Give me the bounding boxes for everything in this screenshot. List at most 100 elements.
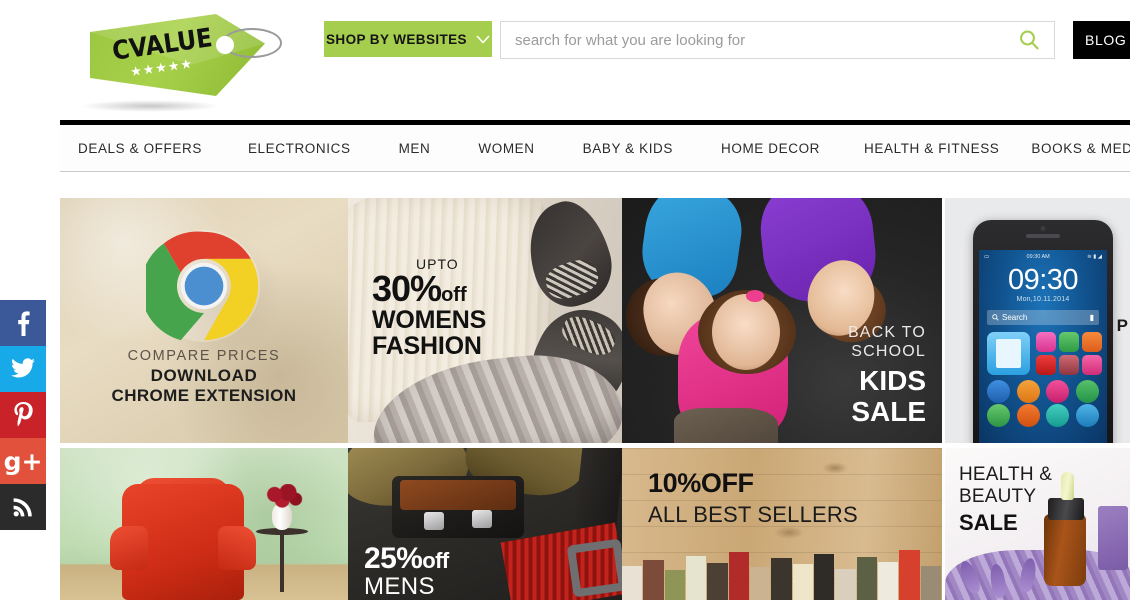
tile-mobile-edge-text: P bbox=[1116, 316, 1128, 335]
tile-mens-caption: 25%off MENS FASHION bbox=[364, 544, 472, 600]
book-spine bbox=[920, 566, 941, 600]
phone-browser-app bbox=[1016, 404, 1040, 427]
phone-camera-app bbox=[1036, 332, 1056, 352]
cufflink-box-lid bbox=[400, 480, 516, 510]
book-spine bbox=[707, 563, 728, 600]
phone-mockup: ▭ 09:30 AM ≋ ▮ ◢ 09:30 Mon,10.11.2014 Se… bbox=[973, 220, 1113, 443]
nav-item-health-fitness[interactable]: HEALTH & FITNESS bbox=[862, 141, 1001, 156]
pinterest-icon bbox=[14, 402, 33, 427]
womens-off-label: off bbox=[441, 284, 467, 306]
book-spine bbox=[835, 569, 856, 600]
tile-mobile-app[interactable]: ▭ 09:30 AM ≋ ▮ ◢ 09:30 Mon,10.11.2014 Se… bbox=[945, 198, 1130, 443]
nav-item-baby-kids[interactable]: BABY & KIDS bbox=[581, 141, 675, 156]
twitter-icon bbox=[11, 358, 35, 378]
health-caption-line1: HEALTH & bbox=[959, 464, 1053, 485]
book-spine bbox=[749, 567, 771, 600]
armchair-arm-right bbox=[218, 526, 256, 570]
womens-caption-line4: FASHION bbox=[372, 331, 482, 360]
phone-mic-icon: ▮ bbox=[1089, 313, 1094, 322]
cvalue-logo[interactable]: CVALUE ★★★★★ bbox=[70, 8, 320, 112]
phone-stats-app bbox=[1075, 404, 1099, 427]
shop-by-websites-button[interactable]: SHOP BY WEBSITES bbox=[324, 21, 492, 57]
dropper-cap bbox=[1048, 498, 1084, 520]
belt-buckle bbox=[566, 538, 622, 598]
blog-button[interactable]: BLOG bbox=[1073, 21, 1130, 59]
book-spine bbox=[792, 564, 813, 600]
pinterest-share-button[interactable] bbox=[0, 392, 46, 438]
kids-caption-line4: SALE bbox=[851, 395, 926, 427]
nav-item-men[interactable]: MEN bbox=[397, 141, 433, 156]
facebook-share-button[interactable] bbox=[0, 300, 46, 346]
tile-chrome-caption: COMPARE PRICES DOWNLOAD CHROME EXTENSION bbox=[60, 348, 348, 406]
womens-caption-line3: WOMENS bbox=[372, 305, 487, 334]
phone-compass-app bbox=[1036, 355, 1056, 375]
phone-status-left: ▭ bbox=[984, 254, 990, 260]
googleplus-glyph: g+ bbox=[3, 446, 43, 476]
health-caption-line3: SALE bbox=[959, 509, 1018, 535]
book-spine bbox=[813, 554, 835, 600]
nav-item-home-decor[interactable]: HOME DECOR bbox=[719, 141, 822, 156]
book-spine bbox=[899, 550, 920, 600]
phone-search-field: Search ▮ bbox=[987, 310, 1099, 325]
facebook-icon bbox=[18, 311, 30, 336]
phone-status-right: ≋ ▮ ◢ bbox=[1087, 254, 1102, 260]
tile-health-caption: HEALTH & BEAUTY SALE bbox=[959, 464, 1052, 536]
tile-kids-caption: BACK TO SCHOOL KIDS SALE bbox=[848, 324, 926, 427]
search-input[interactable] bbox=[501, 22, 1004, 58]
cufflink-b bbox=[472, 510, 492, 528]
tile-womens-caption: UPTO 30%off WOMENS FASHION bbox=[372, 256, 486, 359]
tile-books-media[interactable]: 10%OFF ALL BEST SELLERS bbox=[622, 448, 942, 600]
kids-caption-line1: BACK TO bbox=[847, 324, 926, 341]
twitter-share-button[interactable] bbox=[0, 346, 46, 392]
phone-camera bbox=[1040, 226, 1046, 231]
chrome-caption-line3: CHROME EXTENSION bbox=[111, 386, 297, 405]
books-caption-line2: ALL BEST SELLERS bbox=[648, 502, 858, 527]
calculator-icon bbox=[996, 339, 1021, 368]
mens-percent: 25%off bbox=[364, 544, 472, 574]
tile-kids-sale[interactable]: BACK TO SCHOOL KIDS SALE bbox=[622, 198, 942, 443]
tile-health-beauty[interactable]: HEALTH & BEAUTY SALE bbox=[945, 448, 1130, 600]
phone-mail-app bbox=[987, 380, 1010, 403]
dropper-pipette bbox=[1061, 472, 1074, 500]
promo-tile-grid: COMPARE PRICES DOWNLOAD CHROME EXTENSION… bbox=[60, 198, 1130, 600]
mens-off-label: off bbox=[422, 548, 449, 573]
kids-caption-line3: KIDS bbox=[859, 364, 926, 396]
phone-calculator-app bbox=[987, 332, 1030, 375]
kid-head-b bbox=[712, 294, 780, 370]
book-spine bbox=[664, 570, 685, 600]
tile-books-caption: 10%OFF ALL BEST SELLERS bbox=[648, 470, 858, 528]
tile-home-decor[interactable] bbox=[60, 448, 348, 600]
book-row bbox=[622, 544, 942, 600]
tile-mens-fashion[interactable]: 25%off MENS FASHION bbox=[348, 448, 622, 600]
nav-item-deals-offers[interactable]: DEALS & OFFERS bbox=[76, 141, 204, 156]
book-spine bbox=[877, 562, 899, 600]
phone-status-bar: ▭ 09:30 AM ≋ ▮ ◢ bbox=[979, 252, 1107, 262]
tile-womens-fashion[interactable]: UPTO 30%off WOMENS FASHION bbox=[348, 198, 622, 443]
rss-button[interactable] bbox=[0, 484, 46, 530]
roses-bouquet bbox=[262, 484, 304, 510]
phone-search-icon bbox=[992, 314, 999, 321]
book-spine bbox=[643, 560, 664, 600]
cufflink-a bbox=[424, 512, 444, 530]
phone-games-app bbox=[1082, 332, 1102, 352]
chrome-caption-line2: DOWNLOAD bbox=[150, 366, 258, 385]
search-bar bbox=[500, 21, 1055, 59]
side-table-leg bbox=[280, 534, 284, 592]
phone-clock-app bbox=[1046, 380, 1070, 403]
book-spine bbox=[685, 556, 707, 600]
kids-caption-line2: SCHOOL bbox=[851, 342, 926, 360]
nav-item-books-media[interactable]: BOOKS & MEDIA bbox=[1029, 141, 1130, 156]
phone-cart-app bbox=[1016, 380, 1040, 403]
googleplus-share-button[interactable]: g+ bbox=[0, 438, 46, 484]
chrome-caption-line1: COMPARE PRICES bbox=[127, 348, 281, 364]
phone-settings-app bbox=[1059, 332, 1079, 352]
soap-bar bbox=[1098, 506, 1128, 570]
kid-legs bbox=[674, 408, 778, 443]
book-spine bbox=[728, 552, 749, 600]
nav-item-women[interactable]: WOMEN bbox=[476, 141, 536, 156]
nav-item-electronics[interactable]: ELECTRONICS bbox=[246, 141, 353, 156]
search-button[interactable] bbox=[1004, 22, 1054, 58]
tile-chrome-extension[interactable]: COMPARE PRICES DOWNLOAD CHROME EXTENSION bbox=[60, 198, 348, 443]
armchair-arm-left bbox=[110, 526, 148, 570]
phone-photos-app bbox=[1059, 355, 1079, 375]
